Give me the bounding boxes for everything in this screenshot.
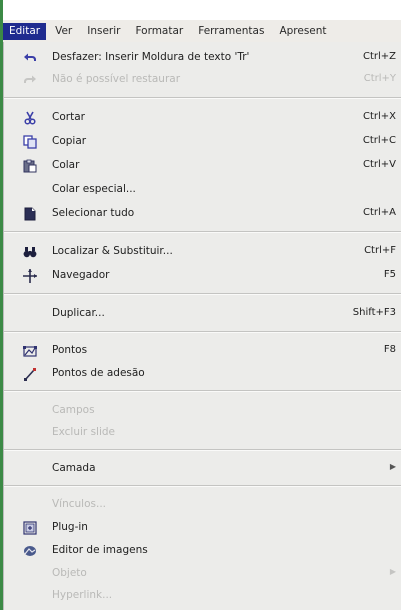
menu-item-select-all[interactable]: Selecionar tudo Ctrl+A xyxy=(4,203,401,225)
menu-item-undo[interactable]: Desfazer: Inserir Moldura de texto 'Tr' … xyxy=(4,47,401,69)
menu-separator xyxy=(4,485,401,487)
menu-item-label: Localizar & Substituir... xyxy=(52,245,173,257)
menu-item-shortcut: F5 xyxy=(383,269,396,280)
menu-item-copy[interactable]: Copiar Ctrl+C xyxy=(4,131,401,153)
menu-item-shortcut: Ctrl+X xyxy=(362,111,396,122)
menu-item-shortcut: F8 xyxy=(383,344,396,355)
menu-item-shortcut: Ctrl+V xyxy=(362,159,396,170)
points-icon xyxy=(23,346,37,357)
menu-item-label: Copiar xyxy=(52,135,87,147)
menu-item-navigator[interactable]: Navegador F5 xyxy=(4,265,401,287)
menu-item-label: Não é possível restaurar xyxy=(52,73,181,85)
menu-item-plugin[interactable]: Plug-in xyxy=(4,517,401,539)
menu-item-shortcut: Ctrl+A xyxy=(362,207,396,218)
menu-item-layer[interactable]: Camada ▶ xyxy=(4,458,401,480)
menu-separator xyxy=(4,390,401,392)
menu-item-label: Pontos de adesão xyxy=(52,367,145,379)
menu-item-hyperlink: Hyperlink... xyxy=(4,585,401,607)
menu-item-label: Colar xyxy=(52,159,80,171)
glue-points-icon xyxy=(24,368,36,381)
menu-item-fields: Campos xyxy=(4,400,401,422)
menu-separator xyxy=(4,97,401,99)
menu-item-label: Hyperlink... xyxy=(52,589,113,601)
menu-item-label: Vínculos... xyxy=(52,498,107,510)
menu-item-label: Selecionar tudo xyxy=(52,207,135,219)
menu-item-paste[interactable]: Colar Ctrl+V xyxy=(4,155,401,177)
menu-item-label: Cortar xyxy=(52,111,85,123)
submenu-arrow-icon: ▶ xyxy=(389,462,396,471)
menu-item-duplicate[interactable]: Duplicar... Shift+F3 xyxy=(4,303,401,325)
submenu-arrow-icon: ▶ xyxy=(389,567,396,576)
menubar-editar[interactable]: Editar xyxy=(3,22,47,40)
menu-item-points[interactable]: Pontos F8 xyxy=(4,340,401,362)
menu-item-shortcut: Ctrl+F xyxy=(364,245,396,256)
menu-item-shortcut: Ctrl+Y xyxy=(363,73,396,84)
redo-icon xyxy=(24,75,36,83)
undo-icon xyxy=(24,53,36,61)
menu-item-glue-points[interactable]: Pontos de adesão xyxy=(4,363,401,385)
copy-icon xyxy=(23,135,37,149)
menu-item-label: Desfazer: Inserir Moldura de texto 'Tr' xyxy=(52,51,250,63)
menubar-apresentacao[interactable]: Apresent xyxy=(273,23,332,40)
menu-item-label: Camada xyxy=(52,462,96,474)
menu-item-shortcut: Ctrl+Z xyxy=(362,51,396,62)
menu-item-redo: Não é possível restaurar Ctrl+Y xyxy=(4,69,401,91)
plugin-icon xyxy=(23,521,37,535)
menubar-ver[interactable]: Ver xyxy=(49,23,78,40)
menu-item-label: Navegador xyxy=(52,269,110,281)
menu-item-cut[interactable]: Cortar Ctrl+X xyxy=(4,107,401,129)
menu-item-label: Colar especial... xyxy=(52,183,136,195)
menu-item-image-map[interactable]: Editor de imagens xyxy=(4,540,401,562)
menu-bar: Editar Ver Inserir Formatar Ferramentas … xyxy=(3,20,401,42)
menubar-formatar[interactable]: Formatar xyxy=(129,23,189,40)
image-map-icon xyxy=(24,546,36,556)
menu-item-shortcut: Shift+F3 xyxy=(352,307,396,318)
menu-item-label: Objeto xyxy=(52,567,87,579)
menu-item-label: Pontos xyxy=(52,344,88,356)
menu-item-label: Duplicar... xyxy=(52,307,105,319)
navigator-icon xyxy=(23,269,37,283)
menu-item-label: Editor de imagens xyxy=(52,544,148,556)
menu-item-paste-special[interactable]: Colar especial... xyxy=(4,179,401,201)
menu-item-delete-slide: Excluir slide xyxy=(4,422,401,444)
binoculars-icon xyxy=(23,247,37,258)
edit-menu-dropdown: Desfazer: Inserir Moldura de texto 'Tr' … xyxy=(3,42,401,610)
menu-item-shortcut: Ctrl+C xyxy=(362,135,396,146)
select-all-icon xyxy=(24,207,36,221)
paste-icon xyxy=(23,159,37,173)
menubar-ferramentas[interactable]: Ferramentas xyxy=(192,23,270,40)
menu-item-label: Plug-in xyxy=(52,521,88,533)
menu-item-links: Vínculos... xyxy=(4,494,401,516)
menu-item-label: Excluir slide xyxy=(52,426,116,438)
menu-item-object: Objeto ▶ xyxy=(4,563,401,585)
menu-separator xyxy=(4,231,401,233)
menu-item-find-replace[interactable]: Localizar & Substituir... Ctrl+F xyxy=(4,241,401,263)
menu-separator xyxy=(4,331,401,333)
menu-separator xyxy=(4,293,401,295)
menubar-inserir[interactable]: Inserir xyxy=(81,23,126,40)
menu-item-label: Campos xyxy=(52,404,95,416)
scissors-icon xyxy=(24,111,36,125)
menu-separator xyxy=(4,449,401,451)
